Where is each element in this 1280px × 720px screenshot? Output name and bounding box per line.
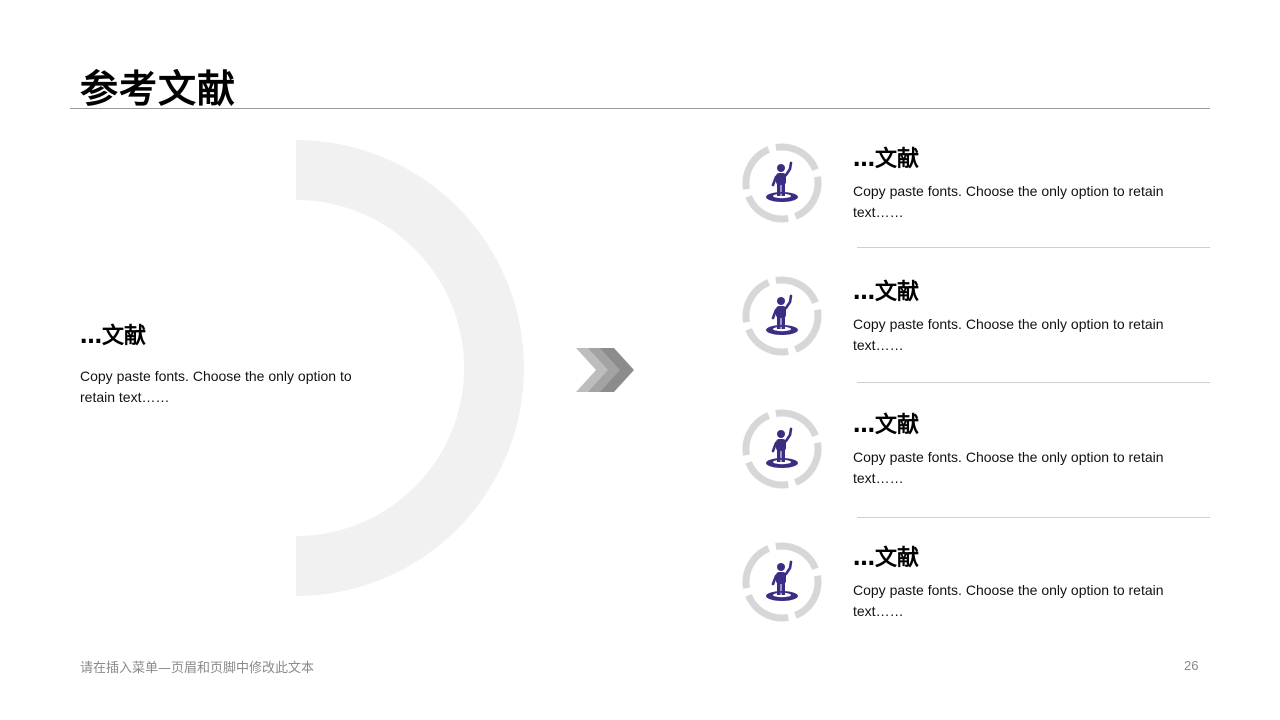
page-number: 26 [1184,658,1199,673]
title-divider [70,108,1210,109]
person-on-platform-icon [742,276,822,356]
item-heading: …文献 [853,413,920,438]
left-summary: …文献 Copy paste fonts. Choose the only op… [80,318,380,408]
left-heading: …文献 [80,324,147,349]
item-heading: …文献 [853,546,920,571]
item-heading: …文献 [853,280,920,305]
item-divider [857,517,1210,518]
person-on-platform-icon [742,143,822,223]
slide: 参考文献 …文献 Copy paste fonts. Choose the on… [0,0,1280,720]
list-item: …文献 Copy paste fonts. Choose the only op… [740,540,1210,630]
item-text: Copy paste fonts. Choose the only option… [853,183,1164,220]
item-divider [857,247,1210,248]
item-divider [857,382,1210,383]
page-title: 参考文献 [80,67,237,111]
person-on-platform-icon [742,409,822,489]
item-text: Copy paste fonts. Choose the only option… [853,449,1164,486]
left-text: Copy paste fonts. Choose the only option… [80,368,352,405]
chevron-right-icon [576,348,634,392]
item-heading: …文献 [853,147,920,172]
list-item: …文献 Copy paste fonts. Choose the only op… [740,407,1210,497]
list-item: …文献 Copy paste fonts. Choose the only op… [740,141,1210,231]
item-text: Copy paste fonts. Choose the only option… [853,582,1164,619]
item-text: Copy paste fonts. Choose the only option… [853,316,1164,353]
list-item: …文献 Copy paste fonts. Choose the only op… [740,274,1210,364]
footer-text: 请在插入菜单—页眉和页脚中修改此文本 [80,661,315,676]
person-on-platform-icon [742,542,822,622]
